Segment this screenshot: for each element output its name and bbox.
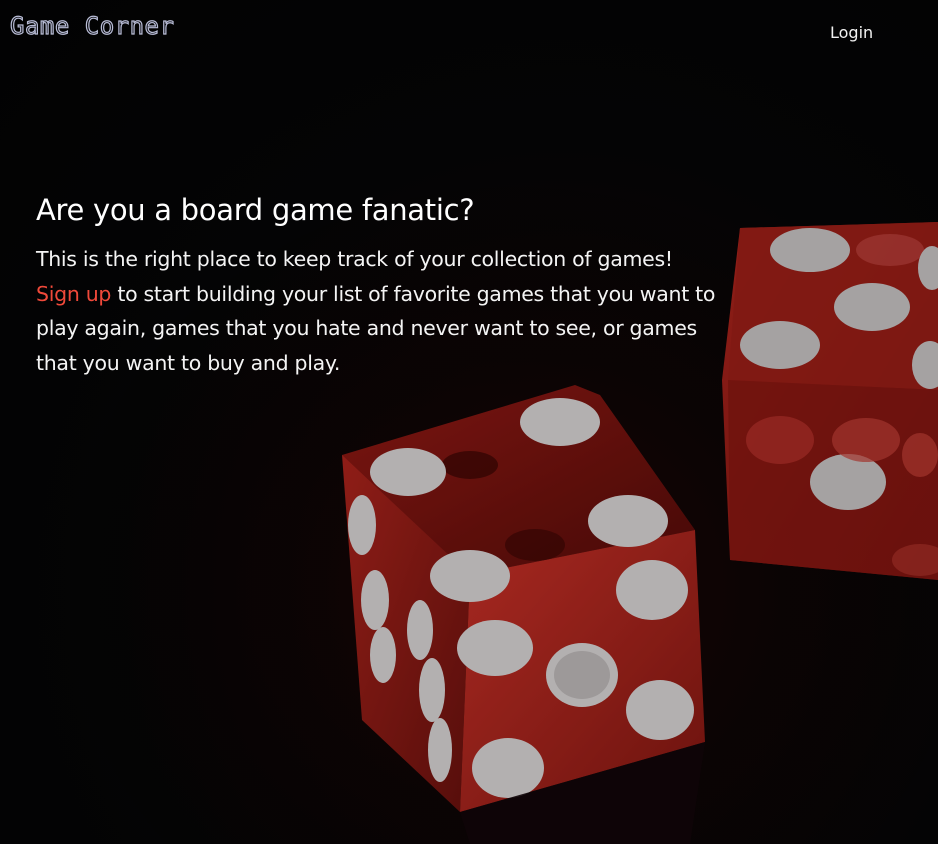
login-link[interactable]: Login — [830, 23, 873, 42]
brand-logo-link[interactable]: Game Corner — [9, 13, 174, 38]
dice-background-image — [0, 0, 938, 844]
hero-title: Are you a board game fanatic? — [36, 193, 475, 227]
navbar: Game Corner Login — [0, 0, 938, 64]
hero-line-2: to start building your list of favorite … — [36, 281, 716, 375]
page: Game Corner Login Are you a board game f… — [0, 0, 938, 844]
hero-description: This is the right place to keep track of… — [36, 242, 716, 380]
hero-line-1: This is the right place to keep track of… — [36, 247, 673, 271]
signup-link[interactable]: Sign up — [36, 282, 111, 306]
hero-section: Are you a board game fanatic? This is th… — [36, 190, 716, 380]
